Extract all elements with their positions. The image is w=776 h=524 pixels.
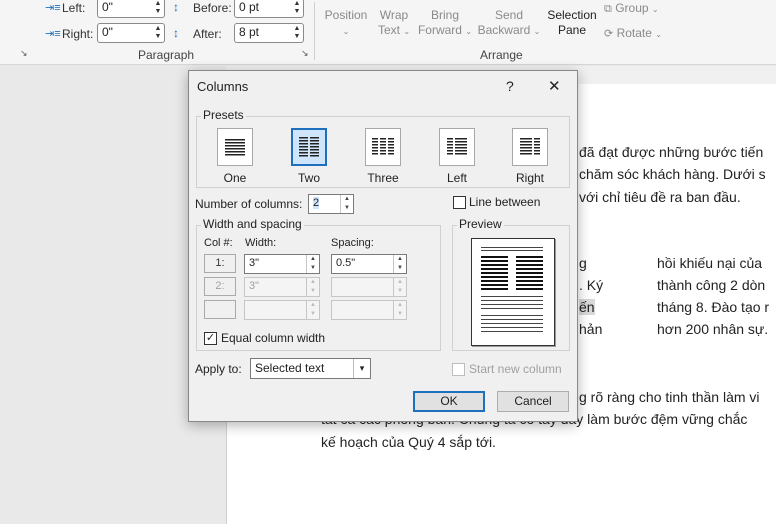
three-columns-icon	[372, 138, 394, 155]
spacing-header: Spacing:	[331, 237, 374, 249]
presets-label: Presets	[201, 108, 246, 122]
col-header: Col #:	[204, 237, 233, 249]
col-2-width-spinner: ▲ ▼	[306, 278, 319, 296]
selection-pane-button[interactable]: Selection Pane	[544, 8, 600, 38]
cancel-button[interactable]: Cancel	[497, 391, 569, 412]
indent-left-icon: ⇥≡	[45, 2, 61, 14]
col-1-width-input[interactable]: 3" ▲ ▼	[244, 254, 320, 274]
doc-line-1: đã đạt được những bước tiến	[579, 144, 764, 160]
rotate-icon: ⟳	[604, 28, 614, 40]
equal-width-label: Equal column width	[221, 331, 326, 345]
apply-to-select[interactable]: Selected text ▾	[250, 358, 371, 379]
doc-col-right-2: thành công 2 dòn	[657, 277, 766, 293]
doc-col-left-2: . Ký	[579, 277, 604, 293]
dialog-title: Columns	[197, 79, 249, 94]
spacing-after-input[interactable]: 8 pt ▲ ▼	[234, 23, 304, 43]
wrap-text-button[interactable]: Wrap Text ⌄	[372, 8, 416, 39]
preset-one-label: One	[223, 171, 247, 185]
preset-two-label: Two	[297, 171, 320, 185]
preview-columns-graphic	[481, 247, 543, 332]
indent-left-spinner[interactable]: ▲ ▼	[153, 0, 163, 16]
col-2-label: 2:	[204, 277, 236, 296]
group-icon: ⧉	[604, 3, 612, 15]
indent-right-spinner[interactable]: ▲ ▼	[153, 25, 163, 41]
start-new-column-label: Start new column	[469, 362, 562, 376]
col-1-spacing-spinner[interactable]: ▲ ▼	[393, 255, 406, 273]
col-3-spacing-spinner: ▲ ▼	[393, 301, 406, 319]
paragraph-launcher-icon[interactable]: ↘	[301, 48, 309, 59]
spacing-before-spinner[interactable]: ▲ ▼	[292, 0, 302, 16]
doc-col-left-1: g	[579, 255, 587, 271]
preset-left-label: Left	[446, 171, 467, 185]
two-columns-icon	[299, 137, 319, 157]
spacing-before-icon: ↕	[173, 0, 179, 14]
doc-col-left-3: ến	[579, 299, 595, 315]
close-button[interactable]: ✕	[548, 77, 561, 95]
spacing-after-icon: ↕	[173, 26, 179, 40]
group-button[interactable]: ⧉ Group ⌄	[604, 1, 674, 17]
ribbon-separator	[314, 2, 315, 60]
col-1-label: 1:	[204, 254, 236, 273]
arrange-group-label: Arrange	[480, 48, 523, 62]
preset-right-button[interactable]	[512, 128, 548, 166]
checkmark-icon: ✓	[205, 332, 216, 344]
preview-label: Preview	[457, 217, 504, 231]
spacing-before-label: Before:	[193, 1, 232, 15]
paragraph-group-label: Paragraph	[138, 48, 195, 62]
preset-left-button[interactable]	[439, 128, 475, 166]
indent-right-icon: ⇥≡	[45, 28, 61, 40]
num-columns-spinner[interactable]: ▲ ▼	[340, 195, 353, 213]
ok-button[interactable]: OK	[413, 391, 485, 412]
col-3-label	[204, 300, 236, 319]
equal-width-checkbox[interactable]: ✓	[204, 332, 217, 345]
indent-left-label: Left:	[62, 1, 86, 15]
rotate-button[interactable]: ⟳ Rotate ⌄	[604, 26, 674, 42]
help-button[interactable]: ?	[506, 78, 514, 94]
position-button[interactable]: Position ⌄	[322, 8, 370, 39]
spacing-after-label: After:	[193, 27, 222, 41]
doc-line-6: kế hoạch của Quý 4 sắp tới.	[321, 434, 496, 450]
doc-col-right-3: tháng 8. Đào tạo r	[657, 299, 770, 315]
col-2-spacing-input: ▲ ▼	[331, 277, 407, 297]
doc-col-left-4: hản	[579, 321, 603, 337]
col-1-spacing-input[interactable]: 0.5" ▲ ▼	[331, 254, 407, 274]
col-1-width-spinner[interactable]: ▲ ▼	[306, 255, 319, 273]
num-columns-input[interactable]: 2 ▲ ▼	[308, 194, 354, 214]
col-2-spacing-spinner: ▲ ▼	[393, 278, 406, 296]
num-columns-label: Number of columns:	[195, 197, 303, 211]
col-3-spacing-input: ▲ ▼	[331, 300, 407, 320]
spacing-before-input[interactable]: 0 pt ▲ ▼	[234, 0, 304, 18]
spacing-after-spinner[interactable]: ▲ ▼	[292, 25, 302, 41]
col-3-width-spinner: ▲ ▼	[306, 301, 319, 319]
left-column-icon	[447, 138, 467, 155]
doc-col-right-1: hồi khiếu nại của	[657, 255, 763, 271]
indent-right-input[interactable]: 0" ▲ ▼	[97, 23, 165, 43]
preset-one-button[interactable]	[217, 128, 253, 166]
doc-col-right-4: hơn 200 nhân sự.	[657, 321, 769, 337]
font-launcher-icon[interactable]: ↘	[20, 48, 28, 59]
doc-line-4: g rõ ràng cho tinh thần làm vi	[579, 389, 760, 405]
line-between-label: Line between	[469, 195, 541, 209]
one-column-icon	[225, 139, 245, 156]
indent-left-input[interactable]: 0" ▲ ▼	[97, 0, 165, 18]
preset-right-label: Right	[515, 171, 544, 185]
preset-two-button[interactable]	[291, 128, 327, 166]
doc-line-3: với chỉ tiêu đề ra ban đầu.	[579, 189, 741, 205]
preset-three-button[interactable]	[365, 128, 401, 166]
doc-line-2: chăm sóc khách hàng. Dưới s	[579, 166, 766, 182]
chevron-down-icon[interactable]: ▾	[353, 359, 370, 378]
preview-page	[471, 238, 555, 346]
apply-to-label: Apply to:	[195, 362, 242, 376]
col-3-width-input: ▲ ▼	[244, 300, 320, 320]
indent-right-label: Right:	[62, 27, 94, 41]
width-header: Width:	[245, 237, 277, 249]
line-between-checkbox[interactable]	[453, 196, 466, 209]
width-spacing-label: Width and spacing	[201, 217, 304, 231]
bring-forward-button[interactable]: Bring Forward ⌄	[416, 8, 474, 39]
start-new-column-checkbox	[452, 363, 465, 376]
col-2-width-input: 3" ▲ ▼	[244, 277, 320, 297]
send-backward-button[interactable]: Send Backward ⌄	[476, 8, 542, 39]
preset-three-label: Three	[367, 171, 399, 185]
right-column-icon	[520, 138, 540, 155]
